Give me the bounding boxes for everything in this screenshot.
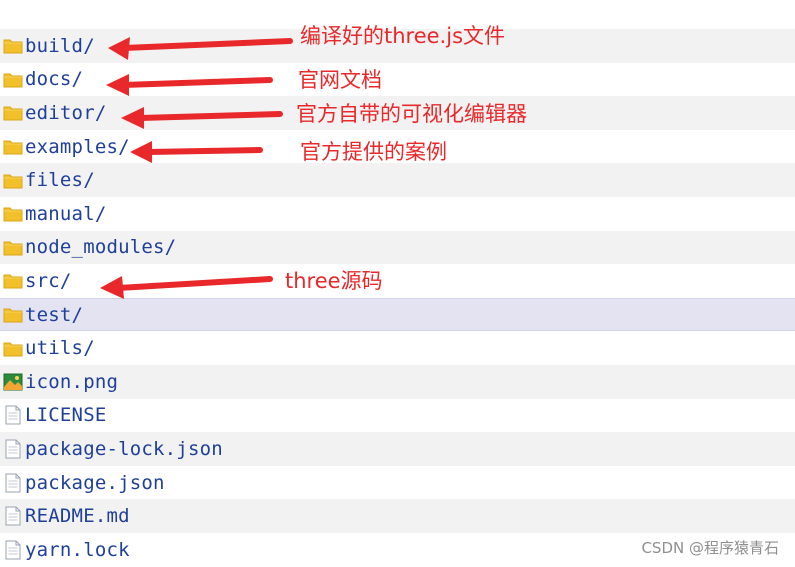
arrow-docs — [106, 74, 273, 96]
arrow-examples — [130, 141, 263, 163]
annotation-examples: 官方提供的案例 — [300, 140, 447, 164]
annotation-build: 编译好的three.js文件 — [300, 24, 506, 48]
arrow-build — [108, 37, 293, 60]
annotation-src: three源码 — [285, 269, 383, 293]
arrow-editor — [121, 107, 283, 129]
annotation-docs: 官网文档 — [298, 68, 382, 92]
watermark: CSDN @程序猿青石 — [641, 539, 779, 557]
annotation-arrows — [100, 37, 293, 299]
annotation-editor: 官方自带的可视化编辑器 — [296, 102, 527, 126]
arrow-src — [100, 276, 273, 299]
